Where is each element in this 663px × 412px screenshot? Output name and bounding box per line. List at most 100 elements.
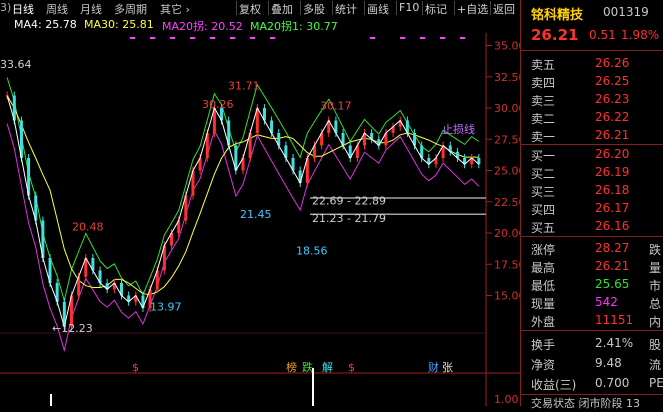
- stat-value: 11151: [595, 313, 634, 327]
- price-label: ←12.23: [52, 322, 93, 335]
- stat2-value: 2.41%: [595, 336, 634, 350]
- price-label: 33.64: [0, 58, 32, 71]
- price-label: 30.17: [320, 99, 352, 112]
- tab-prefix: 3): [0, 1, 12, 14]
- back-button[interactable]: 返回: [490, 1, 517, 16]
- signal-tick: [210, 37, 215, 39]
- stat2-label: 换手: [531, 338, 556, 352]
- event-marker: 跌: [302, 360, 313, 374]
- sell-label: 卖五: [531, 58, 556, 72]
- multi-stock-button[interactable]: 多股: [300, 1, 327, 16]
- y-tick-label: 15.00: [494, 290, 520, 303]
- quote-panel: 铭科精技 001319 26.21 0.51 1.98% 卖五 26.26 卖四 26…: [520, 0, 663, 410]
- ma20-upper-label: MA20拐1: 30.77: [250, 20, 338, 33]
- trade-status-text: 交易状态 闭市阶段 13: [531, 397, 640, 410]
- price-change: 0.51: [589, 28, 616, 42]
- mark-button[interactable]: 标记: [422, 1, 449, 16]
- event-marker: 榜: [286, 360, 297, 374]
- kline-chart[interactable]: 35.00 32.50 30.00 27.50 25.00 22.50 20.00 17.50…: [0, 33, 526, 406]
- tab-monthly[interactable]: 月线: [80, 1, 102, 17]
- stat-label: 外盘: [531, 315, 556, 329]
- buy-value: 26.19: [595, 165, 630, 179]
- stock-code: 001319: [603, 5, 649, 19]
- y-tick-label: 22.50: [494, 196, 520, 209]
- price-change-pct: 1.98%: [621, 28, 660, 42]
- buy-label: 买五: [531, 221, 556, 235]
- buy-label: 买四: [531, 203, 556, 217]
- y-tick-label: 17.50: [494, 258, 520, 271]
- stat-row: 最高 26.21 量: [521, 257, 663, 275]
- upper-band-line: [6, 77, 480, 301]
- volume-tick-label: 1.00: [494, 393, 519, 406]
- tab-other[interactable]: 其它 ›: [160, 1, 190, 17]
- signal-tick: [190, 37, 195, 39]
- price-label: 30.26: [202, 98, 234, 111]
- sell-value: 26.21: [595, 128, 630, 142]
- buy-row: 买二 26.19: [521, 163, 663, 181]
- sell-value: 26.22: [595, 110, 630, 124]
- stat-row: 涨停 28.27 跌: [521, 239, 663, 257]
- signal-tick: [250, 37, 255, 39]
- tab-multi-period[interactable]: 多周期: [114, 1, 147, 17]
- signal-tick: [150, 37, 155, 39]
- buy-row: 买四 26.17: [521, 199, 663, 217]
- buy-row: 买五 26.16: [521, 217, 663, 235]
- stat2-label: 净资: [531, 358, 556, 372]
- stat2-side-label: 流: [649, 358, 662, 372]
- buy-label: 买一: [531, 149, 556, 163]
- buy-value: 26.20: [595, 147, 630, 161]
- price-summary: 26.21 0.51 1.98%: [521, 26, 663, 46]
- sell-value: 26.26: [595, 56, 630, 70]
- sell-label: 卖三: [531, 94, 556, 108]
- ma4-label: MA4: 25.78: [14, 18, 77, 31]
- y-tick-label: 35.00: [494, 40, 520, 53]
- stat-label: 最高: [531, 261, 556, 275]
- stat2-row: 收益(三) 0.700 PE: [521, 374, 663, 392]
- draw-line-button[interactable]: 画线: [364, 1, 391, 16]
- stat2-value: 9.48: [595, 356, 622, 370]
- overlay-button[interactable]: 叠加: [268, 1, 295, 16]
- restore-rights-button[interactable]: 复权: [236, 1, 263, 16]
- add-watchlist-button[interactable]: +自选: [454, 1, 490, 16]
- price-label: 20.48: [72, 221, 104, 234]
- signal-tick: [170, 37, 175, 39]
- signal-tick: [440, 37, 445, 39]
- price-label: 22.69 - 22.89: [312, 194, 386, 207]
- trade-status: 交易状态 闭市阶段 13: [521, 394, 663, 412]
- stat-side-label: 总: [649, 297, 662, 311]
- stat-side-label: 内: [649, 315, 662, 329]
- stat2-label: 收益(三): [531, 378, 577, 392]
- stat2-row: 净资 9.48 流: [521, 354, 663, 372]
- signal-tick: [400, 37, 405, 39]
- price-label: 止损线: [442, 122, 475, 136]
- signal-tick: [420, 37, 425, 39]
- ma30-label: MA30: 25.81: [84, 18, 154, 31]
- sell-row: 卖四 26.25: [521, 72, 663, 90]
- signal-tick: [370, 37, 375, 39]
- kline-chart-svg[interactable]: 35.00 32.50 30.00 27.50 25.00 22.50 20.00 17.50…: [0, 33, 526, 406]
- stat2-row: 换手 2.41% 股: [521, 334, 663, 352]
- sell-row: 卖二 26.22: [521, 108, 663, 126]
- y-tick-label: 25.00: [494, 165, 520, 178]
- event-marker: $: [348, 361, 355, 374]
- chart-toolbar: 复权 叠加 多股 统计 画线 F10 标记 +自选 返回: [236, 0, 520, 17]
- stat2-side-label: 股: [649, 338, 662, 352]
- y-tick-label: 27.50: [494, 133, 520, 146]
- buy-value: 26.17: [595, 201, 630, 215]
- price-label: 21.45: [240, 208, 272, 221]
- tab-weekly[interactable]: 周线: [46, 1, 68, 17]
- stat-side-label: 量: [649, 261, 662, 275]
- stat-label: 现量: [531, 297, 556, 311]
- event-marker: 解: [322, 360, 333, 374]
- event-marker: $: [132, 361, 139, 374]
- tab-daily[interactable]: 日线: [12, 1, 34, 17]
- sell-value: 26.23: [595, 92, 630, 106]
- price-label: 18.56: [296, 244, 328, 257]
- volume-bar: [50, 394, 52, 406]
- f10-button[interactable]: F10: [396, 1, 421, 15]
- stat-side-label: 跌: [649, 243, 662, 257]
- buy-label: 买三: [531, 185, 556, 199]
- statistics-button[interactable]: 统计: [332, 1, 359, 16]
- sell-label: 卖一: [531, 130, 556, 144]
- stat-side-label: 市: [649, 279, 662, 293]
